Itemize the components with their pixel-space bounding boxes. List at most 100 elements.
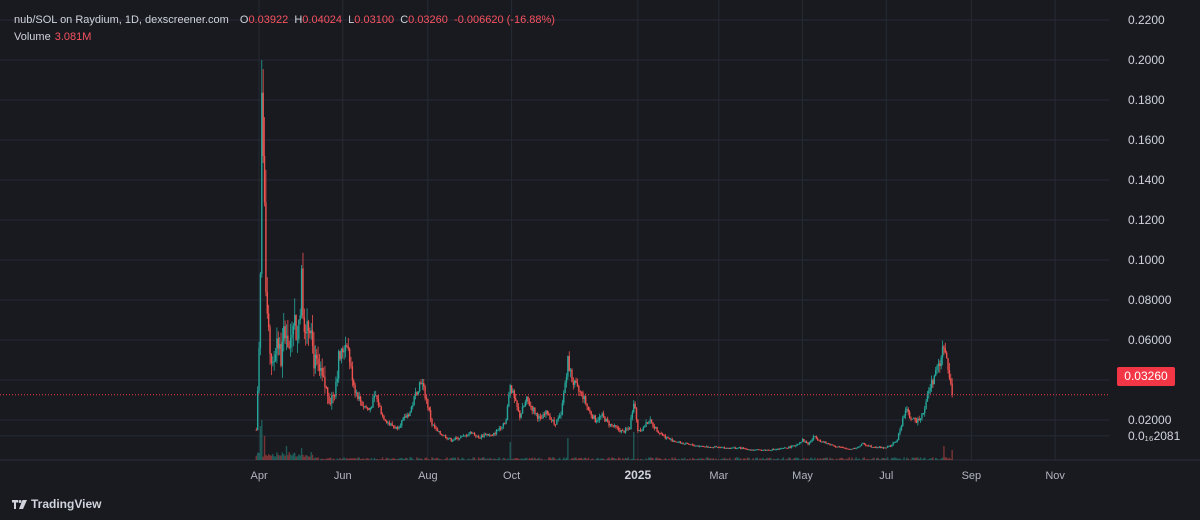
candle-body — [320, 368, 322, 371]
volume-bar — [863, 457, 866, 460]
candle-body — [483, 434, 485, 437]
candle-body — [606, 418, 609, 422]
volume-bar — [665, 458, 668, 460]
change-value: -0.006620 (-16.88%) — [454, 14, 555, 26]
candle-body — [792, 445, 794, 447]
volume-bar — [583, 457, 586, 460]
candle-body — [484, 434, 487, 436]
candle-body — [715, 446, 717, 448]
candle-body — [855, 447, 857, 449]
candle-body — [804, 441, 807, 443]
candle-body — [665, 437, 668, 439]
candle-body — [346, 345, 348, 347]
volume-bar — [269, 455, 271, 460]
volume-bar — [509, 442, 511, 460]
volume-bar — [729, 457, 731, 460]
y-tick-label: 0.2000 — [1128, 53, 1165, 67]
volume-bar — [346, 457, 348, 460]
candle-body — [723, 447, 726, 449]
candle-body — [521, 406, 524, 414]
candle-body — [586, 403, 588, 407]
candle-body — [738, 447, 741, 449]
volume-bar — [810, 457, 812, 460]
volume-bar — [439, 459, 441, 460]
candle-body — [869, 445, 871, 447]
candle-body — [940, 357, 942, 367]
candle-body — [945, 352, 948, 359]
volume-bar — [313, 458, 315, 460]
volume-bar — [446, 457, 448, 460]
volume-bar — [479, 458, 481, 460]
candle-body — [873, 447, 875, 448]
candle-body — [763, 449, 765, 451]
volume-bar — [612, 457, 614, 460]
y-tick-label: 0.0₁₆2081 — [1128, 429, 1181, 443]
candle-body — [542, 414, 544, 419]
candle-body — [362, 405, 365, 407]
volume-bar — [508, 459, 510, 460]
x-axis[interactable]: Apr Jun Aug Oct 2025 Mar May Jul Sep Nov — [250, 468, 1065, 482]
volume-bar — [911, 457, 914, 460]
volume-bar — [373, 457, 376, 460]
volume-value: 3.081M — [54, 31, 92, 43]
candle-body — [790, 445, 793, 448]
volume-bar — [703, 458, 705, 460]
volume-bar — [740, 458, 742, 460]
candle-body — [768, 449, 771, 451]
candle-body — [886, 446, 889, 448]
volume-bar — [342, 458, 344, 460]
volume-bar — [829, 457, 831, 460]
volume-bar — [403, 458, 406, 460]
candle-body — [336, 378, 338, 382]
volume-bar — [380, 459, 382, 460]
volume-bar — [350, 458, 352, 460]
volume-bar — [357, 457, 359, 460]
candle-body — [525, 396, 528, 403]
volume-bar — [454, 457, 457, 460]
volume-bar — [838, 458, 841, 460]
candle-body — [679, 441, 682, 444]
candle-body — [575, 380, 577, 383]
candle-body — [258, 347, 260, 391]
candle-body — [460, 436, 462, 439]
candle-body — [784, 447, 786, 449]
volume-bar — [277, 454, 279, 460]
candle-body — [313, 345, 315, 369]
volume-bar — [348, 458, 351, 460]
candle-body — [891, 445, 893, 447]
candle-body — [950, 378, 952, 384]
candle-body — [357, 392, 359, 400]
volume-bar — [884, 457, 886, 460]
candle-body — [347, 346, 349, 349]
candle-body — [725, 447, 727, 449]
candle-body — [328, 396, 330, 404]
candle-body — [321, 368, 323, 376]
candle-body — [840, 447, 842, 448]
volume-bar — [742, 458, 745, 460]
candle-body — [355, 392, 358, 394]
volume-bar — [315, 458, 318, 460]
candle-body — [344, 345, 347, 351]
volume-bar — [897, 458, 900, 460]
candle-body — [686, 443, 688, 444]
volume-bar — [314, 457, 317, 460]
candle-body — [794, 445, 797, 447]
volume-bar — [873, 457, 875, 460]
candle-body — [488, 434, 491, 436]
volume-bar — [848, 457, 850, 460]
tradingview-brand[interactable]: TradingView — [12, 497, 101, 511]
candle-body — [870, 445, 872, 448]
candle-body — [523, 406, 525, 407]
candle-body — [644, 426, 646, 428]
candle-body — [687, 443, 690, 445]
candle-body — [409, 411, 411, 417]
volume-label: Volume — [14, 31, 51, 43]
candle-body — [269, 327, 271, 355]
volume-bar — [276, 452, 278, 460]
price-chart[interactable]: 0.0₁₆20810.020000.040000.060000.080000.1… — [0, 0, 1200, 520]
candles — [255, 60, 953, 452]
candle-body — [936, 366, 938, 371]
volume-bar — [420, 458, 422, 460]
volume-bar — [641, 459, 643, 460]
candle-body — [298, 320, 300, 340]
